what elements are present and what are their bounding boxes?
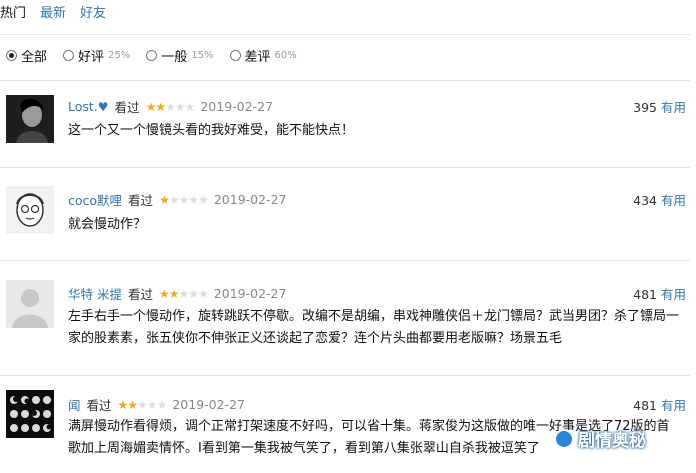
comment-text: 就会慢动作？ bbox=[68, 217, 147, 232]
filter-label: 一般 bbox=[161, 50, 188, 65]
sort-tabs: 热门 最新 好友 bbox=[0, 2, 106, 22]
comment-date: 2019-02-27 bbox=[213, 192, 287, 207]
tab-hot[interactable]: 热门 bbox=[0, 2, 26, 22]
divider bbox=[0, 80, 690, 81]
tab-latest[interactable]: 最新 bbox=[40, 2, 66, 22]
filter-label: 差评 bbox=[244, 50, 271, 65]
comment-text: 这一个又一个慢镜头看的我好难受，能不能快点！ bbox=[68, 123, 355, 138]
useful-button[interactable]: 有用 bbox=[661, 100, 686, 115]
divider bbox=[0, 375, 690, 376]
watch-status: 看过 bbox=[128, 193, 154, 208]
avatar[interactable] bbox=[6, 280, 54, 328]
rating-filter: 全部 好评 25% 一般 15% 差评 60% bbox=[6, 46, 297, 65]
rating-stars: ★★★★★ bbox=[117, 397, 168, 412]
vote-count: 481 有用 bbox=[633, 287, 686, 302]
username[interactable]: 华特 米提 bbox=[68, 284, 122, 303]
vote-count: 434 有用 bbox=[633, 193, 686, 208]
filter-label: 全部 bbox=[21, 50, 48, 65]
comment-date: 2019-02-27 bbox=[213, 286, 287, 301]
useful-button[interactable]: 有用 bbox=[661, 193, 686, 208]
logo-icon bbox=[554, 428, 574, 449]
vote-count: 395 有用 bbox=[633, 100, 686, 115]
vote-count: 481 有用 bbox=[633, 398, 686, 413]
comment-text: 左手右手一个慢动作，旋转跳跃不停歇。改编不是胡编，串戏神雕侠侣＋龙门镖局？武当男… bbox=[68, 309, 680, 346]
filter-percent: 60% bbox=[274, 50, 297, 61]
filter-percent: 25% bbox=[108, 50, 131, 61]
divider bbox=[0, 167, 690, 168]
watch-status: 看过 bbox=[114, 100, 140, 115]
radio-icon[interactable] bbox=[146, 50, 158, 61]
comment-meta: 华特 米提 看过 ★★★★★ 2019-02-27 bbox=[68, 284, 286, 303]
comment-meta: coco默哩 看过 ★★★★★ 2019-02-27 bbox=[68, 190, 287, 209]
filter-percent: 15% bbox=[191, 50, 214, 61]
username[interactable]: 闻 bbox=[68, 395, 81, 414]
radio-icon[interactable] bbox=[63, 50, 75, 61]
username[interactable]: Lost.♥ bbox=[68, 99, 109, 114]
watermark-text: 剧情奥秘 bbox=[578, 431, 646, 451]
useful-button[interactable]: 有用 bbox=[661, 287, 686, 302]
watch-status: 看过 bbox=[127, 287, 153, 302]
divider bbox=[0, 260, 690, 261]
filter-label: 好评 bbox=[78, 50, 105, 65]
divider bbox=[0, 34, 690, 35]
comment-meta: 闻 看过 ★★★★★ 2019-02-27 bbox=[68, 395, 245, 414]
filter-all[interactable]: 全部 bbox=[6, 46, 47, 65]
comment-meta: Lost.♥ 看过 ★★★★★ 2019-02-27 bbox=[68, 97, 273, 116]
filter-neutral[interactable]: 一般 15% bbox=[146, 46, 214, 65]
rating-stars: ★★★★★ bbox=[159, 286, 209, 301]
rating-stars: ★★★★★ bbox=[159, 192, 209, 207]
rating-stars: ★★★★★ bbox=[145, 99, 196, 114]
username[interactable]: coco默哩 bbox=[68, 190, 122, 209]
comment-date: 2019-02-27 bbox=[200, 99, 274, 114]
avatar[interactable] bbox=[6, 186, 54, 234]
useful-button[interactable]: 有用 bbox=[661, 398, 686, 413]
avatar[interactable] bbox=[6, 390, 54, 438]
radio-icon[interactable] bbox=[6, 50, 17, 61]
watch-status: 看过 bbox=[86, 398, 112, 413]
filter-negative[interactable]: 差评 60% bbox=[229, 46, 297, 65]
radio-icon[interactable] bbox=[229, 50, 241, 61]
comment-date: 2019-02-27 bbox=[172, 397, 245, 412]
avatar[interactable] bbox=[6, 95, 54, 143]
watermark: 剧情奥秘 bbox=[554, 426, 646, 451]
filter-positive[interactable]: 好评 25% bbox=[63, 46, 130, 65]
heart-icon: ♥ bbox=[97, 100, 109, 114]
tab-friends[interactable]: 好友 bbox=[80, 2, 106, 22]
